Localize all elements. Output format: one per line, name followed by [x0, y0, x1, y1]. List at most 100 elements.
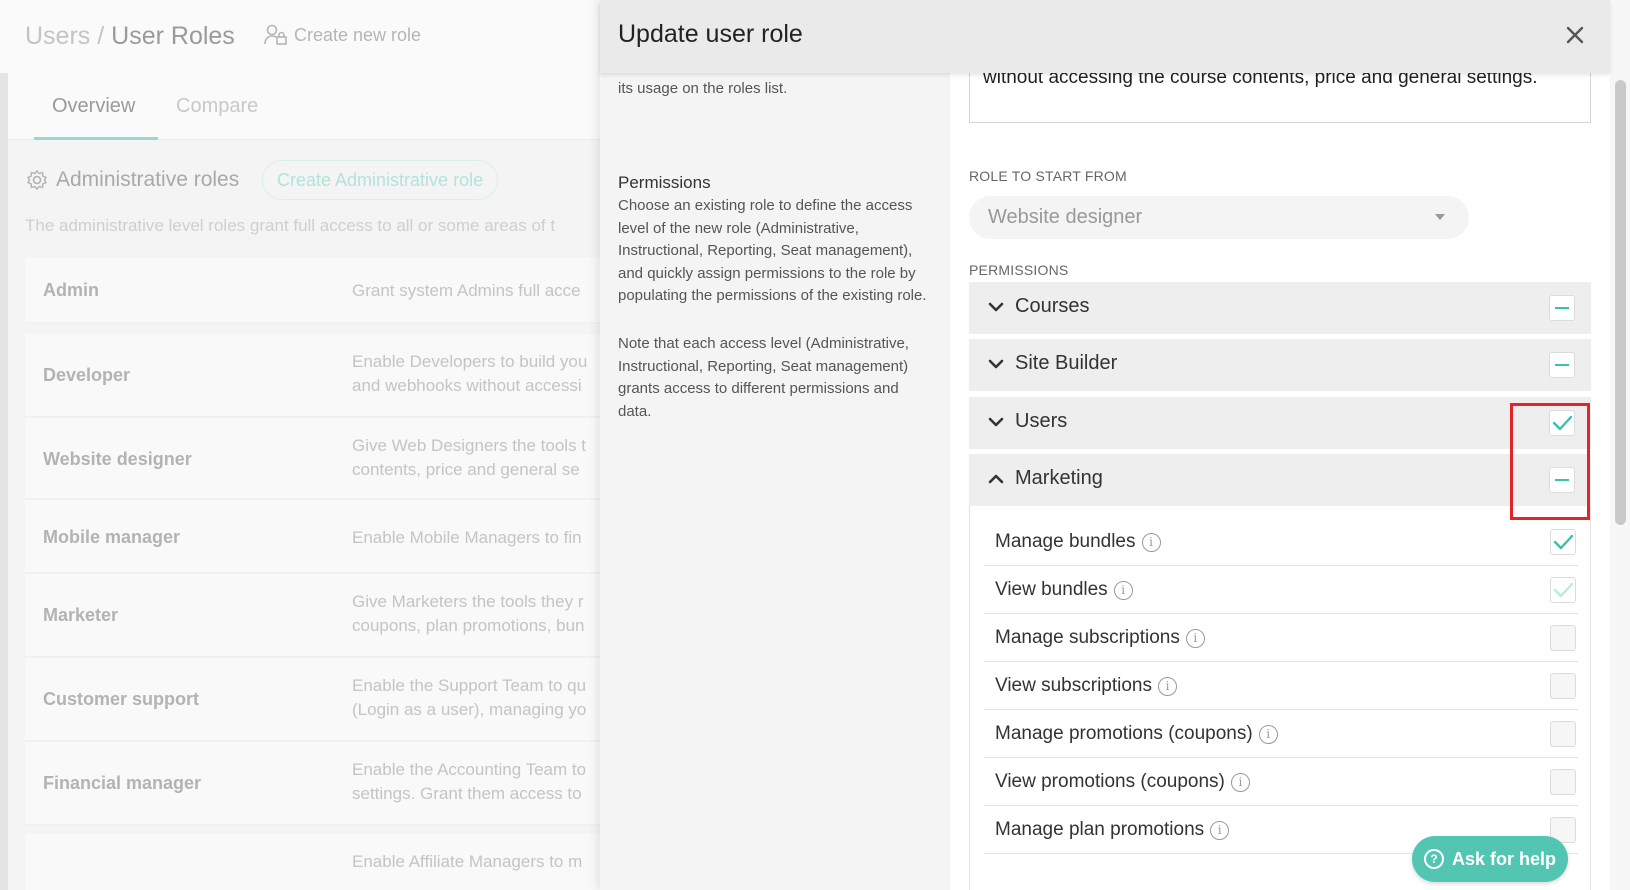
checkmark-icon [1553, 582, 1574, 598]
role-desc-line: Enable the Support Team to qu [352, 676, 587, 695]
create-new-role-label: Create new role [294, 24, 422, 45]
checkbox-view-subscriptions[interactable] [1550, 673, 1576, 699]
checkbox-manage-bundles[interactable] [1550, 529, 1576, 555]
left-edge [0, 73, 8, 890]
minus-icon [1555, 479, 1569, 481]
permission-group-site-builder[interactable]: Site Builder [969, 339, 1591, 391]
group-checkbox-marketing[interactable] [1549, 467, 1575, 493]
role-row[interactable]: Financial manager Enable the Accounting … [25, 742, 615, 826]
role-row[interactable]: Customer support Enable the Support Team… [25, 658, 615, 742]
info-icon[interactable]: i [1230, 772, 1250, 792]
ask-for-help-button[interactable]: ? Ask for help [1412, 836, 1568, 882]
role-row[interactable]: Website designer Give Web Designers the … [25, 418, 615, 500]
role-name: Website designer [43, 449, 192, 469]
permission-label-text: View bundles [995, 579, 1108, 600]
checkbox-view-promotions[interactable] [1550, 769, 1576, 795]
permission-item-view-subscriptions[interactable]: View subscriptions i [984, 662, 1578, 710]
permission-group-courses[interactable]: Courses [969, 282, 1591, 334]
create-administrative-role-button[interactable]: Create Administrative role [262, 160, 499, 200]
permission-label-text: Manage promotions (coupons) [995, 723, 1253, 744]
scrollbar-thumb[interactable] [1615, 80, 1626, 525]
permission-group-users[interactable]: Users [969, 397, 1591, 449]
role-row[interactable]: Mobile manager Enable Mobile Managers to… [25, 500, 615, 574]
minus-icon [1555, 307, 1569, 309]
role-desc-line: contents, price and general se [352, 460, 580, 479]
permission-group-marketing[interactable]: Marketing [969, 454, 1591, 506]
chevron-down-icon [988, 302, 1004, 312]
permission-label: View bundles i [995, 579, 1133, 601]
role-select-value: Website designer [988, 206, 1143, 228]
minus-icon [1555, 364, 1569, 366]
close-button[interactable] [1560, 20, 1590, 50]
breadcrumb-parent[interactable]: Users [25, 22, 90, 50]
user-lock-icon [264, 24, 287, 45]
role-desc-line: settings. Grant them access to [352, 784, 582, 803]
group-label: Marketing [1015, 467, 1103, 489]
permission-item-manage-subscriptions[interactable]: Manage subscriptions i [984, 614, 1578, 662]
marketing-permissions-list: Manage bundles i View bundles i Manage s… [969, 506, 1591, 890]
gear-icon [27, 169, 47, 191]
group-label: Users [1015, 410, 1068, 432]
permission-item-view-bundles[interactable]: View bundles i [984, 566, 1578, 614]
role-desc-line: (Login as a user), managing yo [352, 700, 587, 719]
checkbox-view-bundles[interactable] [1550, 577, 1576, 603]
chevron-up-icon [988, 474, 1004, 484]
role-to-start-select[interactable]: Website designer [969, 196, 1469, 239]
permission-label-text: Manage subscriptions [995, 627, 1180, 648]
role-name: Financial manager [43, 773, 202, 793]
tab-compare[interactable]: Compare [176, 95, 258, 118]
permission-item-view-promotions[interactable]: View promotions (coupons) i [984, 758, 1578, 806]
role-row[interactable]: Marketer Give Marketers the tools they r… [25, 574, 615, 658]
tab-overview[interactable]: Overview [52, 95, 135, 118]
permission-label: Manage subscriptions i [995, 627, 1205, 649]
update-role-drawer: Update user role its usage on the roles … [600, 0, 1610, 890]
permission-label: View promotions (coupons) i [995, 771, 1250, 793]
info-icon[interactable]: i [1158, 676, 1178, 696]
checkbox-manage-subscriptions[interactable] [1550, 625, 1576, 651]
role-desc-line: Enable Mobile Managers to fin [352, 528, 582, 547]
role-desc-line: Grant system Admins full acce [352, 281, 581, 300]
role-desc-line: and webhooks without accessi [352, 376, 582, 395]
permission-label: Manage promotions (coupons) i [995, 723, 1278, 745]
permissions-note: Note that each access level (Administrat… [618, 335, 909, 420]
page-scrollbar[interactable] [1610, 0, 1630, 890]
permission-label: Manage bundles i [995, 531, 1161, 553]
breadcrumb: Users / User Roles [25, 22, 235, 51]
permission-label-text: View subscriptions [995, 675, 1153, 696]
role-row[interactable]: Enable Affiliate Managers to m [25, 834, 615, 890]
info-icon[interactable]: i [1113, 580, 1133, 600]
permissions-description: Choose an existing role to define the ac… [618, 197, 927, 304]
description-textarea[interactable]: without accessing the course contents, p… [969, 73, 1591, 123]
description-text: without accessing the course contents, p… [983, 73, 1538, 88]
role-name: Admin [43, 280, 99, 300]
permissions-label: PERMISSIONS [969, 262, 1069, 278]
permission-item-manage-promotions[interactable]: Manage promotions (coupons) i [984, 710, 1578, 758]
group-checkbox-site-builder[interactable] [1549, 352, 1575, 378]
info-icon[interactable]: i [1210, 820, 1230, 840]
role-name: Mobile manager [43, 527, 181, 547]
permission-label-text: Manage bundles [995, 531, 1136, 552]
role-row[interactable]: Admin Grant system Admins full acce [25, 258, 615, 324]
role-to-start-label: ROLE TO START FROM [969, 168, 1127, 184]
info-icon[interactable]: i [1258, 724, 1278, 744]
breadcrumb-separator: / [97, 22, 105, 50]
role-row[interactable]: Developer Enable Developers to build you… [25, 334, 615, 418]
permission-label: Manage plan promotions i [995, 819, 1230, 841]
section-description: The administrative level roles grant ful… [25, 216, 556, 235]
group-checkbox-courses[interactable] [1549, 295, 1575, 321]
group-checkbox-users[interactable] [1549, 410, 1575, 436]
permission-item-manage-bundles[interactable]: Manage bundles i [984, 518, 1578, 566]
permission-label: View subscriptions i [995, 675, 1178, 697]
chevron-down-icon [988, 417, 1004, 427]
group-label: Courses [1015, 295, 1090, 317]
checkmark-icon [1552, 415, 1573, 431]
role-name: Marketer [43, 605, 119, 625]
breadcrumb-current: User Roles [111, 22, 235, 50]
create-new-role-link[interactable]: Create new role [264, 24, 421, 46]
role-desc-line: coupons, plan promotions, bun [352, 616, 585, 635]
info-icon[interactable]: i [1185, 628, 1205, 648]
checkbox-manage-promotions[interactable] [1550, 721, 1576, 747]
chevron-down-icon [988, 359, 1004, 369]
tabs-bar: Overview Compare [8, 73, 608, 140]
info-icon[interactable]: i [1141, 532, 1161, 552]
